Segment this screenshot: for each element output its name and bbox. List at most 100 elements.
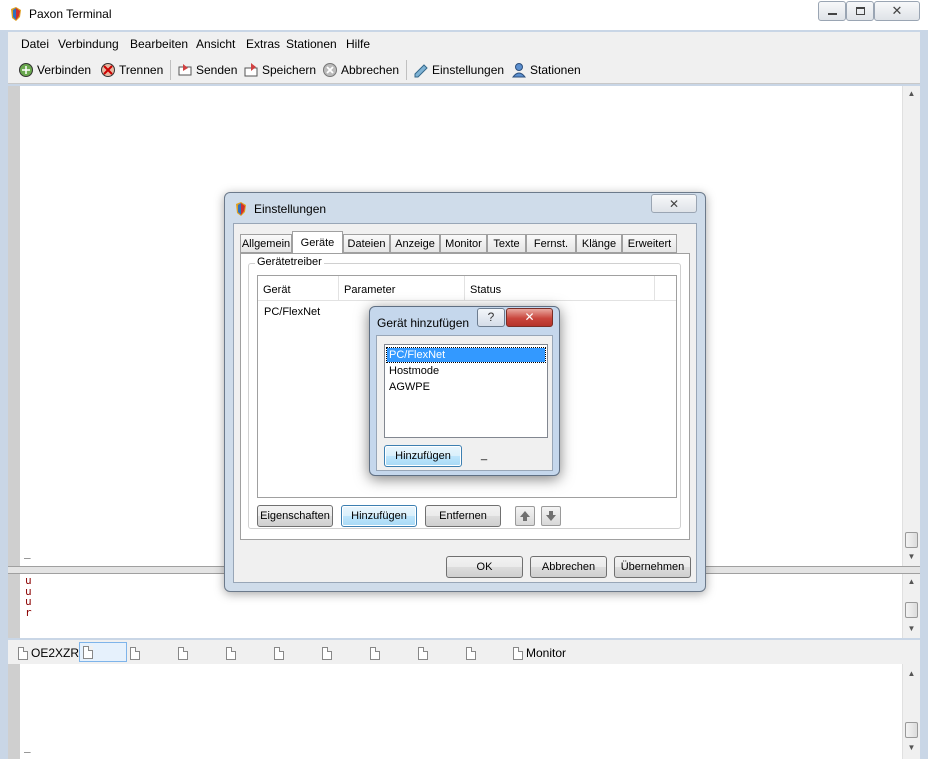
tab-erweitert[interactable]: Erweitert xyxy=(622,234,677,253)
document-icon xyxy=(226,646,236,660)
abort-icon xyxy=(323,63,337,77)
pane-left-strip xyxy=(8,574,20,638)
arrow-up-icon xyxy=(520,511,530,521)
monitor-scrollbar[interactable]: ▲ ▼ xyxy=(902,574,920,638)
input-editor[interactable]: _ xyxy=(20,664,902,759)
scroll-thumb[interactable] xyxy=(905,602,918,618)
tab-allgemein[interactable]: Allgemein xyxy=(240,234,292,253)
close-window-button[interactable]: ✕ xyxy=(874,1,920,21)
device-type-list[interactable]: PC/FlexNet Hostmode AGWPE xyxy=(384,344,548,438)
stations-button[interactable]: Stationen xyxy=(511,60,581,80)
close-icon: ✕ xyxy=(668,196,680,211)
disconnect-button[interactable]: Trennen xyxy=(100,60,163,80)
document-icon xyxy=(274,646,284,660)
channel-tab-callsign[interactable]: OE2XZR xyxy=(18,644,79,662)
menu-ansicht[interactable]: Ansicht xyxy=(196,37,235,51)
document-icon xyxy=(418,646,428,660)
scroll-down-arrow-icon[interactable]: ▼ xyxy=(903,740,920,756)
channel-tab[interactable] xyxy=(370,644,380,662)
scroll-thumb[interactable] xyxy=(905,532,918,548)
scroll-up-arrow-icon[interactable]: ▲ xyxy=(903,86,920,102)
add-device-button[interactable]: Hinzufügen xyxy=(341,505,417,527)
device-option-pcflexnet[interactable]: PC/FlexNet xyxy=(386,347,546,363)
channel-tab[interactable] xyxy=(178,644,188,662)
settings-close-button[interactable]: ✕ xyxy=(651,194,697,213)
monitor-lines: u u u r xyxy=(25,575,32,618)
abort-button[interactable]: Abbrechen xyxy=(322,60,399,80)
settings-button[interactable]: Einstellungen xyxy=(413,60,504,80)
document-icon xyxy=(18,646,28,660)
ok-button[interactable]: OK xyxy=(446,556,523,578)
channel-tab-active[interactable] xyxy=(79,642,127,662)
channel-callsign: OE2XZR xyxy=(31,646,80,660)
channel-tab[interactable] xyxy=(274,644,284,662)
tab-klaenge[interactable]: Klänge xyxy=(576,234,622,253)
menu-extras[interactable]: Extras xyxy=(246,37,280,51)
add-device-dialog: Gerät hinzufügen ? ✕ PC/FlexNet Hostmode… xyxy=(369,306,560,476)
monitor-tab-label: Monitor xyxy=(526,646,567,660)
tab-fernst[interactable]: Fernst. xyxy=(526,234,576,253)
menu-stationen[interactable]: Stationen xyxy=(286,37,337,51)
column-header-parameter[interactable]: Parameter xyxy=(339,276,465,300)
maximize-button[interactable] xyxy=(846,1,874,21)
terminal-scrollbar[interactable]: ▲ ▼ xyxy=(902,86,920,566)
move-up-button[interactable] xyxy=(515,506,535,526)
toolbar-separator xyxy=(406,60,407,80)
device-option-agwpe[interactable]: AGWPE xyxy=(387,380,545,394)
help-icon: ? xyxy=(487,310,495,324)
device-cell: PC/FlexNet xyxy=(264,306,321,318)
document-icon xyxy=(466,646,476,660)
scroll-up-arrow-icon[interactable]: ▲ xyxy=(903,666,920,682)
tab-monitor[interactable]: Monitor xyxy=(440,234,487,253)
menu-datei[interactable]: Datei xyxy=(21,37,49,51)
stations-label: Stationen xyxy=(530,63,581,77)
send-button[interactable]: Senden xyxy=(177,60,237,80)
channel-tab[interactable] xyxy=(466,644,476,662)
add-device-close-button[interactable]: ✕ xyxy=(506,308,553,327)
help-button[interactable]: ? xyxy=(477,308,505,327)
toolbar-separator xyxy=(170,60,171,80)
remove-device-button[interactable]: Entfernen xyxy=(425,505,501,527)
tab-dateien[interactable]: Dateien xyxy=(343,234,390,253)
toolbar: Verbinden Trennen Senden Speichern Abbre… xyxy=(8,56,920,84)
input-cursor: _ xyxy=(24,740,31,753)
channel-tab-monitor[interactable]: Monitor xyxy=(513,644,566,662)
column-header-device[interactable]: Gerät xyxy=(258,276,339,300)
menu-bearbeiten[interactable]: Bearbeiten xyxy=(130,37,188,51)
save-button[interactable]: Speichern xyxy=(243,60,316,80)
tab-texte[interactable]: Texte xyxy=(487,234,526,253)
scroll-thumb[interactable] xyxy=(905,722,918,738)
menu-verbindung[interactable]: Verbindung xyxy=(58,37,119,51)
channel-tab[interactable] xyxy=(418,644,428,662)
input-scrollbar[interactable]: ▲ ▼ xyxy=(902,664,920,759)
document-icon xyxy=(322,646,332,660)
save-icon xyxy=(244,63,258,77)
minimize-button[interactable] xyxy=(818,1,846,21)
connect-button[interactable]: Verbinden xyxy=(18,60,91,80)
column-header-status[interactable]: Status xyxy=(465,276,655,300)
connect-label: Verbinden xyxy=(37,63,92,77)
close-icon: ✕ xyxy=(524,310,535,324)
menu-hilfe[interactable]: Hilfe xyxy=(346,37,370,51)
save-label: Speichern xyxy=(262,63,317,77)
window-frame-right xyxy=(920,30,928,759)
scroll-down-arrow-icon[interactable]: ▼ xyxy=(903,549,920,565)
apply-button[interactable]: Übernehmen xyxy=(614,556,691,578)
channel-tab[interactable] xyxy=(130,644,140,662)
properties-button[interactable]: Eigenschaften xyxy=(257,505,333,527)
scroll-up-arrow-icon[interactable]: ▲ xyxy=(903,574,920,590)
add-device-dialog-title: Gerät hinzufügen xyxy=(377,316,470,330)
device-option-hostmode[interactable]: Hostmode xyxy=(387,364,545,378)
tab-geraete[interactable]: Geräte xyxy=(292,231,343,254)
tab-anzeige[interactable]: Anzeige xyxy=(390,234,440,253)
document-icon xyxy=(513,646,523,660)
channel-tab[interactable] xyxy=(226,644,236,662)
pane-left-strip xyxy=(8,664,20,759)
cancel-button[interactable]: Abbrechen xyxy=(530,556,607,578)
channel-tab[interactable] xyxy=(322,644,332,662)
move-down-button[interactable] xyxy=(541,506,561,526)
document-icon xyxy=(370,646,380,660)
confirm-add-button[interactable]: Hinzufügen xyxy=(384,445,462,467)
app-icon xyxy=(11,7,21,21)
scroll-down-arrow-icon[interactable]: ▼ xyxy=(903,621,920,637)
